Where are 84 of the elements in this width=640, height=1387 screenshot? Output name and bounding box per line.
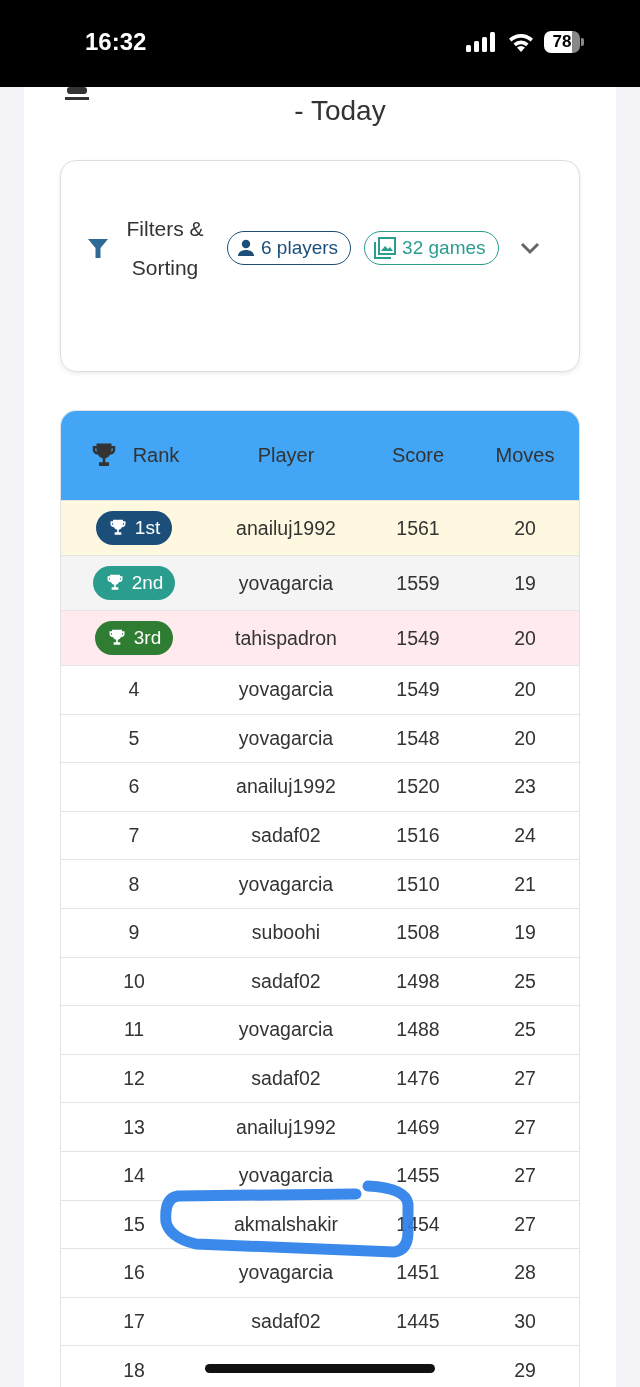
- table-cell-text: tahispadron: [234, 626, 338, 650]
- table-cell-text: 20: [513, 626, 537, 650]
- table-cell-text: yovagarcia: [237, 726, 335, 750]
- table-cell-text: 27: [513, 1067, 537, 1091]
- wifi-icon: [507, 31, 535, 52]
- table-cell-text: anailuj1992: [235, 516, 337, 540]
- table-cell: 14: [123, 1164, 145, 1188]
- table-cell: 10: [123, 969, 145, 993]
- page-title: - Today: [293, 94, 387, 128]
- rank-badge: 3rd: [94, 621, 174, 655]
- table-cell-text: sadaf02: [250, 824, 322, 848]
- table-cell: 11: [123, 1018, 145, 1042]
- table-cell-text: 20: [513, 678, 537, 702]
- table-cell: 18: [123, 1358, 145, 1382]
- table-cell-text: 1520: [395, 775, 441, 799]
- partial-icon: [65, 87, 89, 101]
- table-cell-text: yovagarcia: [237, 678, 335, 702]
- table-cell-text: 20: [513, 726, 537, 750]
- table-cell-text: 1445: [395, 1310, 441, 1333]
- table-cell-text: 24: [513, 824, 537, 848]
- table-cell-text: 29: [513, 1358, 537, 1382]
- table-cell-text: sadaf02: [250, 969, 322, 993]
- table-cell-text: 1516: [395, 824, 441, 848]
- table-cell-text: 19: [513, 921, 537, 945]
- table-cell-text: anailuj1992: [235, 1115, 337, 1139]
- table-cell-text: 25: [513, 1018, 537, 1042]
- table-cell: 15: [123, 1212, 145, 1236]
- table-cell: 6: [128, 775, 140, 799]
- filter-icon: [87, 237, 109, 259]
- table-cell-text: 27: [513, 1115, 537, 1139]
- table-cell-text: 1451: [395, 1261, 441, 1285]
- rank-badge: 2nd: [92, 566, 176, 600]
- count-chip: 32 games: [364, 231, 499, 265]
- table-cell-text: yovagarcia: [237, 571, 335, 595]
- table-cell-text: 1476: [395, 1067, 441, 1091]
- table-cell-text: 1549: [395, 678, 441, 702]
- person-icon: [236, 238, 256, 258]
- table-cell-text: 30: [513, 1310, 537, 1333]
- table-cell: 5: [128, 726, 140, 750]
- table-cell-text: 23: [513, 775, 537, 799]
- table-cell-text: 1455: [395, 1164, 441, 1188]
- rank-badge: 1st: [95, 511, 173, 545]
- table-cell-text: 20: [513, 516, 537, 540]
- table-cell-text: anailuj1992: [235, 775, 337, 799]
- column-header: Rank: [132, 444, 180, 467]
- table-cell: 7: [128, 824, 140, 848]
- table-cell-text: 1498: [395, 969, 441, 993]
- filters-label: Filters & Sorting: [125, 216, 205, 281]
- table-cell: 8: [128, 872, 140, 896]
- table-cell-text: suboohi: [250, 921, 322, 945]
- column-header: Player: [257, 444, 315, 467]
- count-chip: 6 players: [227, 231, 352, 265]
- column-header: Score: [391, 444, 445, 467]
- table-cell-text: yovagarcia: [237, 1018, 335, 1042]
- table-cell: 9: [128, 921, 140, 945]
- table-cell-text: 25: [513, 969, 537, 993]
- clock-time: 16:32: [85, 27, 147, 56]
- table-cell-text: 1469: [395, 1115, 441, 1139]
- table-cell: 16: [123, 1261, 145, 1285]
- signal-icon: [466, 31, 498, 52]
- table-cell-text: 1548: [395, 726, 441, 750]
- table-cell-text: 1510: [395, 872, 441, 896]
- table-cell: 17: [123, 1310, 145, 1333]
- table-cell-text: yovagarcia: [237, 1164, 335, 1188]
- table-cell: 4: [128, 678, 140, 702]
- table-cell-text: 1561: [395, 516, 441, 540]
- table-cell-text: 27: [513, 1164, 537, 1188]
- table-cell: 12: [123, 1067, 145, 1091]
- table-cell-text: yovagarcia: [237, 1261, 335, 1285]
- table-cell-text: 1549: [395, 626, 441, 650]
- table-cell-text: 28: [513, 1261, 537, 1285]
- table-cell: 13: [123, 1115, 145, 1139]
- table-cell-text: sadaf02: [250, 1310, 322, 1333]
- table-cell-text: akmalshakir: [232, 1212, 339, 1236]
- table-cell-text: sadaf02: [250, 1067, 322, 1091]
- table-cell-text: 27: [513, 1212, 537, 1236]
- table-cell-text: yovagarcia: [237, 872, 335, 896]
- table-cell-text: 19: [513, 571, 537, 595]
- table-cell-text: 21: [513, 872, 537, 896]
- table-cell-text: 1508: [395, 921, 441, 945]
- image-stack-icon: [373, 236, 398, 260]
- table-cell-text: 1488: [395, 1018, 441, 1042]
- table-cell-text: 1559: [395, 571, 441, 595]
- column-header: Moves: [495, 444, 555, 467]
